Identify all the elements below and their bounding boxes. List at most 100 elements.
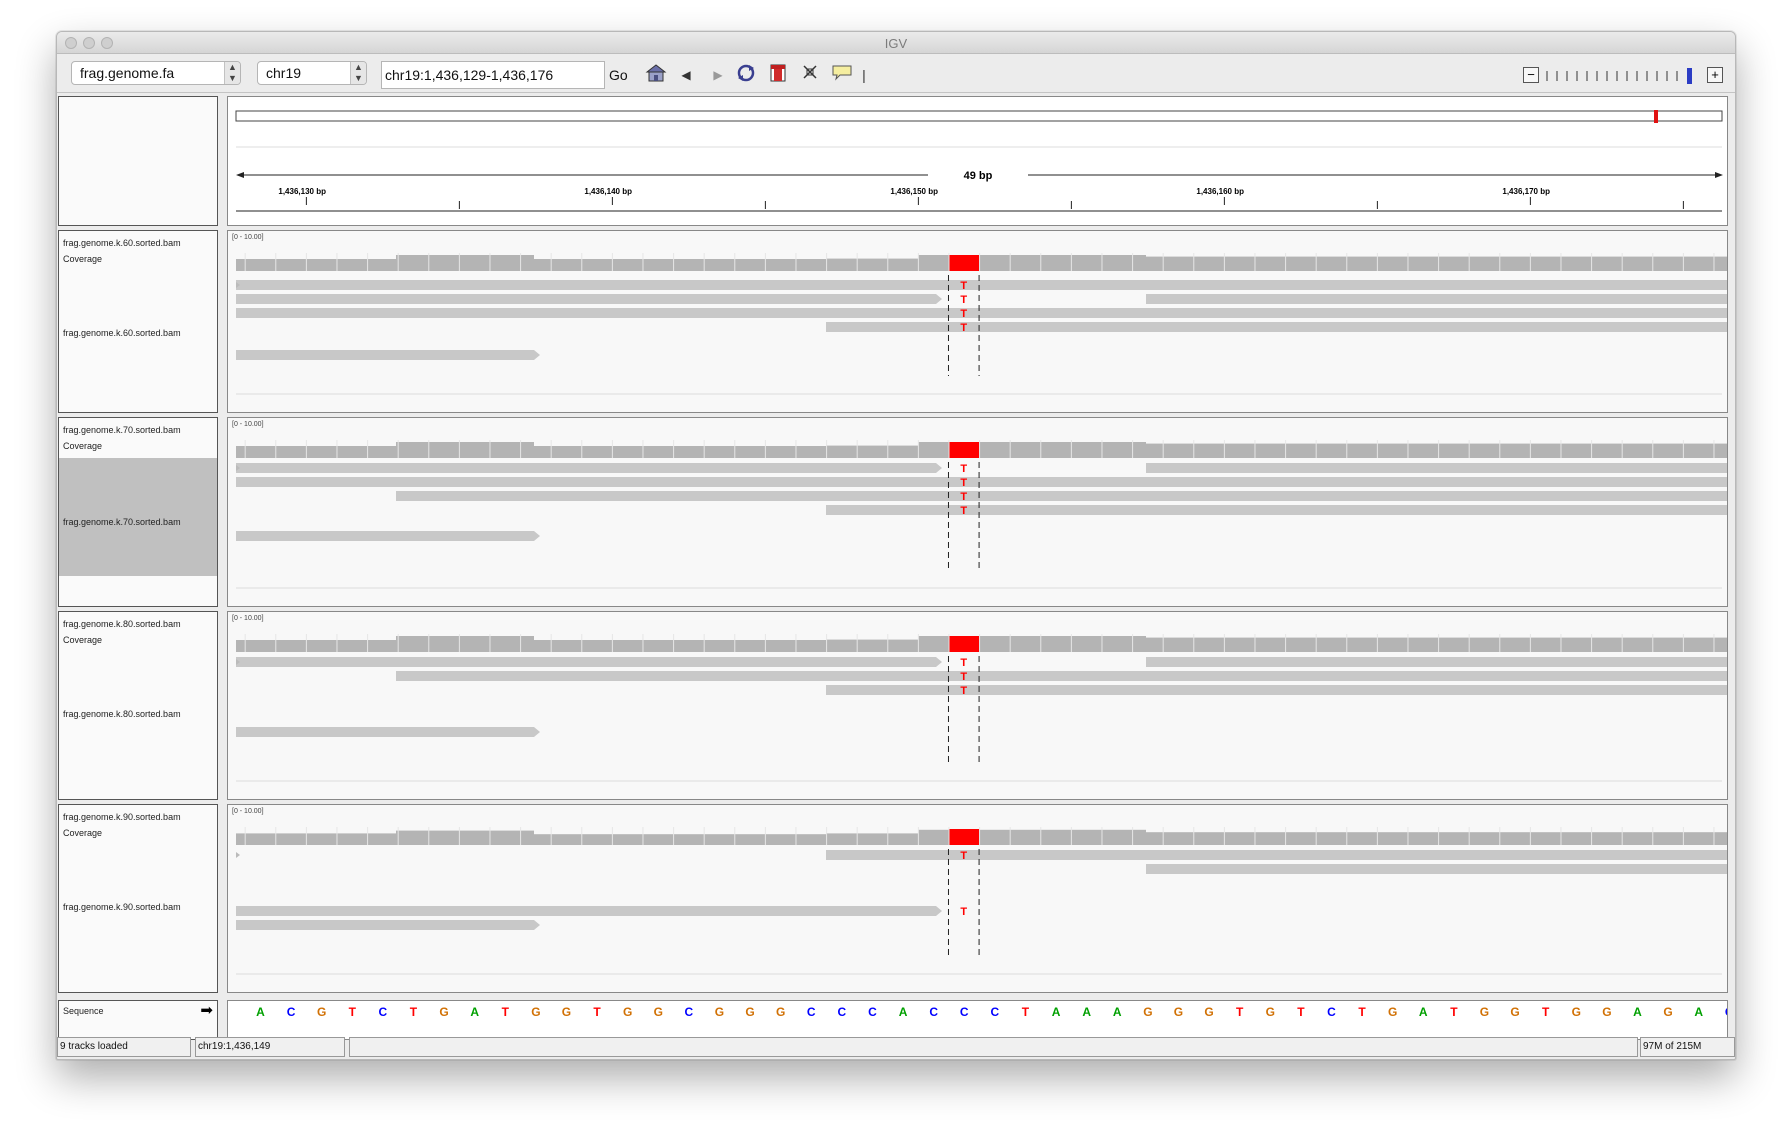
sequence-base: C (837, 1005, 847, 1019)
track-data-panel: [0 - 10.00] T T (227, 804, 1728, 993)
refresh-icon[interactable] (734, 63, 758, 87)
alignment-track-name[interactable]: frag.genome.k.80.sorted.bam (63, 706, 215, 722)
coverage-bar[interactable] (534, 640, 826, 652)
sequence-base: G (1479, 1005, 1490, 1019)
read-alignment[interactable] (396, 491, 1728, 501)
zoom-slider[interactable] (1543, 68, 1703, 84)
mismatch-base[interactable]: T (960, 850, 967, 862)
coverage-bar[interactable] (1146, 256, 1728, 271)
read-alignment[interactable] (396, 671, 1728, 681)
ruler-span-label: 49 bp (964, 170, 993, 182)
read-alignment[interactable] (236, 350, 540, 360)
coverage-bar[interactable] (236, 446, 396, 458)
coverage-bar[interactable] (1146, 443, 1728, 458)
mismatch-base[interactable]: T (960, 477, 967, 489)
home-icon[interactable] (644, 63, 668, 87)
coverage-mismatch-bar[interactable] (948, 255, 980, 271)
read-alignment[interactable] (236, 920, 540, 930)
chromosome-select[interactable]: chr19 ▲ ▼ (257, 61, 367, 85)
mismatch-base[interactable]: T (960, 671, 967, 683)
alignment-view[interactable]: TT (228, 805, 1728, 993)
mismatch-base[interactable]: T (960, 322, 967, 334)
coverage-bar[interactable] (826, 445, 918, 458)
track-data-panel: [0 - 10.00] T T T (227, 611, 1728, 800)
back-icon[interactable]: ◀ (674, 63, 698, 87)
alignment-view[interactable]: TTT (228, 612, 1728, 800)
fit-icon[interactable] (798, 63, 822, 87)
sequence-base: A (470, 1005, 479, 1019)
zoom-widget[interactable]: − + (1517, 67, 1727, 85)
zoom-in-button[interactable]: + (1707, 67, 1723, 83)
sequence-base: T (593, 1005, 601, 1019)
alignment-track-name[interactable]: frag.genome.k.60.sorted.bam (63, 325, 215, 341)
coverage-mismatch-bar[interactable] (948, 442, 980, 458)
read-alignment[interactable] (236, 308, 1728, 318)
coverage-bar[interactable] (396, 442, 534, 458)
coverage-bar[interactable] (396, 636, 534, 652)
ruler: 49 bp 1,436,130 bp 1,436,140 bp 1,436,150 … (235, 110, 1723, 212)
read-alignment[interactable] (236, 477, 1728, 487)
chevron-updown-icon: ▲ ▼ (224, 62, 240, 84)
coverage-bar[interactable] (534, 834, 826, 845)
mismatch-base[interactable]: T (960, 657, 967, 669)
coverage-track-name[interactable]: frag.genome.k.80.sorted.bam Coverage (63, 616, 215, 648)
strand-arrow-icon[interactable]: ➡ (200, 1001, 213, 1019)
sequence-base: G (1173, 1005, 1184, 1019)
coverage-bar[interactable] (396, 830, 534, 845)
alignment-view[interactable]: TTTT (228, 418, 1728, 607)
coverage-track-name[interactable]: frag.genome.k.60.sorted.bam Coverage (63, 235, 215, 267)
coverage-bar[interactable] (396, 255, 534, 271)
mismatch-base[interactable]: T (960, 463, 967, 475)
read-alignment[interactable] (1146, 463, 1728, 473)
mismatch-base[interactable]: T (960, 280, 967, 292)
coverage-bar[interactable] (236, 640, 396, 652)
read-alignment[interactable] (396, 280, 1728, 290)
alignment-view[interactable]: TTTT (228, 231, 1728, 413)
genome-select[interactable]: frag.genome.fa ▲ ▼ (71, 61, 241, 85)
read-alignment[interactable] (236, 294, 942, 304)
mismatch-base[interactable]: T (960, 308, 967, 320)
status-message (349, 1037, 1638, 1057)
coverage-bar[interactable] (534, 259, 826, 271)
roi-icon[interactable] (766, 63, 790, 87)
read-alignment[interactable] (1146, 657, 1728, 667)
igv-window: IGV frag.genome.fa ▲ ▼ chr19 ▲ ▼ chr19:1,4… (56, 31, 1736, 1060)
coverage-bar[interactable] (826, 833, 918, 845)
coverage-bar[interactable] (534, 446, 826, 458)
read-alignment[interactable] (236, 531, 540, 541)
coverage-track-name[interactable]: frag.genome.k.70.sorted.bam Coverage (63, 422, 215, 454)
locus-input[interactable]: chr19:1,436,129-1,436,176 (381, 61, 605, 89)
alignment-track-name[interactable]: frag.genome.k.70.sorted.bam (63, 514, 215, 530)
sequence-base: G (1204, 1005, 1214, 1019)
zoom-out-button[interactable]: − (1523, 67, 1539, 83)
alignment-track-name[interactable]: frag.genome.k.90.sorted.bam (63, 899, 215, 915)
sequence-base: A (1418, 1005, 1428, 1019)
read-alignment[interactable] (1146, 864, 1728, 874)
mismatch-base[interactable]: T (960, 685, 967, 697)
coverage-bar[interactable] (826, 258, 918, 271)
mismatch-base[interactable]: T (960, 906, 967, 918)
go-button[interactable]: Go (609, 67, 628, 83)
read-alignment[interactable] (236, 727, 540, 737)
ideogram-position-marker (1654, 110, 1658, 123)
mismatch-base[interactable]: T (960, 294, 967, 306)
read-alignment[interactable] (236, 463, 942, 473)
read-alignment[interactable] (236, 657, 942, 667)
sequence-base: C (1714, 1005, 1727, 1019)
coverage-bar[interactable] (1146, 637, 1728, 652)
coverage-mismatch-bar[interactable] (948, 829, 980, 845)
coverage-bar[interactable] (236, 259, 396, 271)
forward-icon[interactable]: ▶ (706, 63, 730, 87)
coverage-mismatch-bar[interactable] (948, 636, 980, 652)
mismatch-base[interactable]: T (960, 491, 967, 503)
popup-icon[interactable] (830, 63, 854, 87)
read-alignment[interactable] (1146, 294, 1728, 304)
chromosome-ideogram[interactable] (235, 110, 1723, 122)
coverage-bar[interactable] (826, 639, 918, 652)
coverage-bar[interactable] (236, 833, 396, 845)
coverage-track-name[interactable]: frag.genome.k.90.sorted.bam Coverage (63, 809, 215, 841)
mismatch-base[interactable]: T (960, 505, 967, 517)
read-alignment[interactable] (236, 906, 942, 916)
coverage-bar[interactable] (1146, 832, 1728, 845)
sequence-base: G (714, 1005, 725, 1019)
